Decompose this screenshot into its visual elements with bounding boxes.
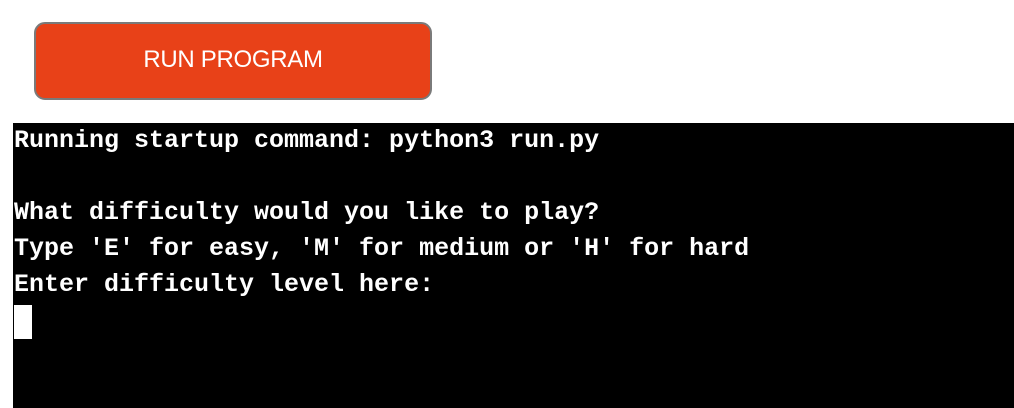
terminal-line: Running startup command: python3 run.py xyxy=(14,126,600,155)
terminal-cursor xyxy=(14,305,32,339)
terminal-line: Type 'E' for easy, 'M' for medium or 'H'… xyxy=(14,234,750,263)
run-program-button[interactable]: RUN PROGRAM xyxy=(34,22,432,100)
terminal-output[interactable]: Running startup command: python3 run.py … xyxy=(13,123,1014,408)
terminal-input-line[interactable] xyxy=(14,303,1014,339)
terminal-line: Enter difficulty level here: xyxy=(14,270,435,299)
page: RUN PROGRAM Running startup command: pyt… xyxy=(0,0,1014,408)
terminal-line: What difficulty would you like to play? xyxy=(14,198,600,227)
